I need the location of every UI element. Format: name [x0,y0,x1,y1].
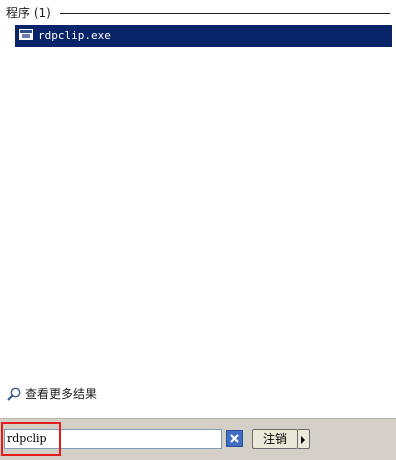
result-item-label: rdpclip.exe [38,29,111,42]
see-more-results-label: 查看更多结果 [25,387,98,401]
section-divider [60,13,390,14]
application-window-icon [19,29,33,40]
logoff-label: 注销 [262,432,287,446]
programs-section-header: 程序 (1) [6,5,392,23]
search-results-panel: 程序 (1) rdpclip.exe 查看更多结果 [0,0,396,418]
application-window-icon-body [22,34,30,38]
see-more-results-link[interactable]: 查看更多结果 [6,385,206,403]
logoff-options-button[interactable] [298,429,310,449]
clear-search-button[interactable] [226,430,243,447]
section-title: 程序 (1) [6,6,51,20]
right-arrow-icon [301,436,305,444]
search-highlight-box [1,422,61,456]
result-item-rdpclip[interactable]: rdpclip.exe [15,25,392,47]
logoff-button[interactable]: 注销 [252,429,298,449]
application-window-icon-titlebar [20,30,32,33]
start-menu-bottom-bar: 注销 [0,418,396,460]
search-magnifier-icon [7,387,21,401]
close-x-icon [230,434,239,443]
